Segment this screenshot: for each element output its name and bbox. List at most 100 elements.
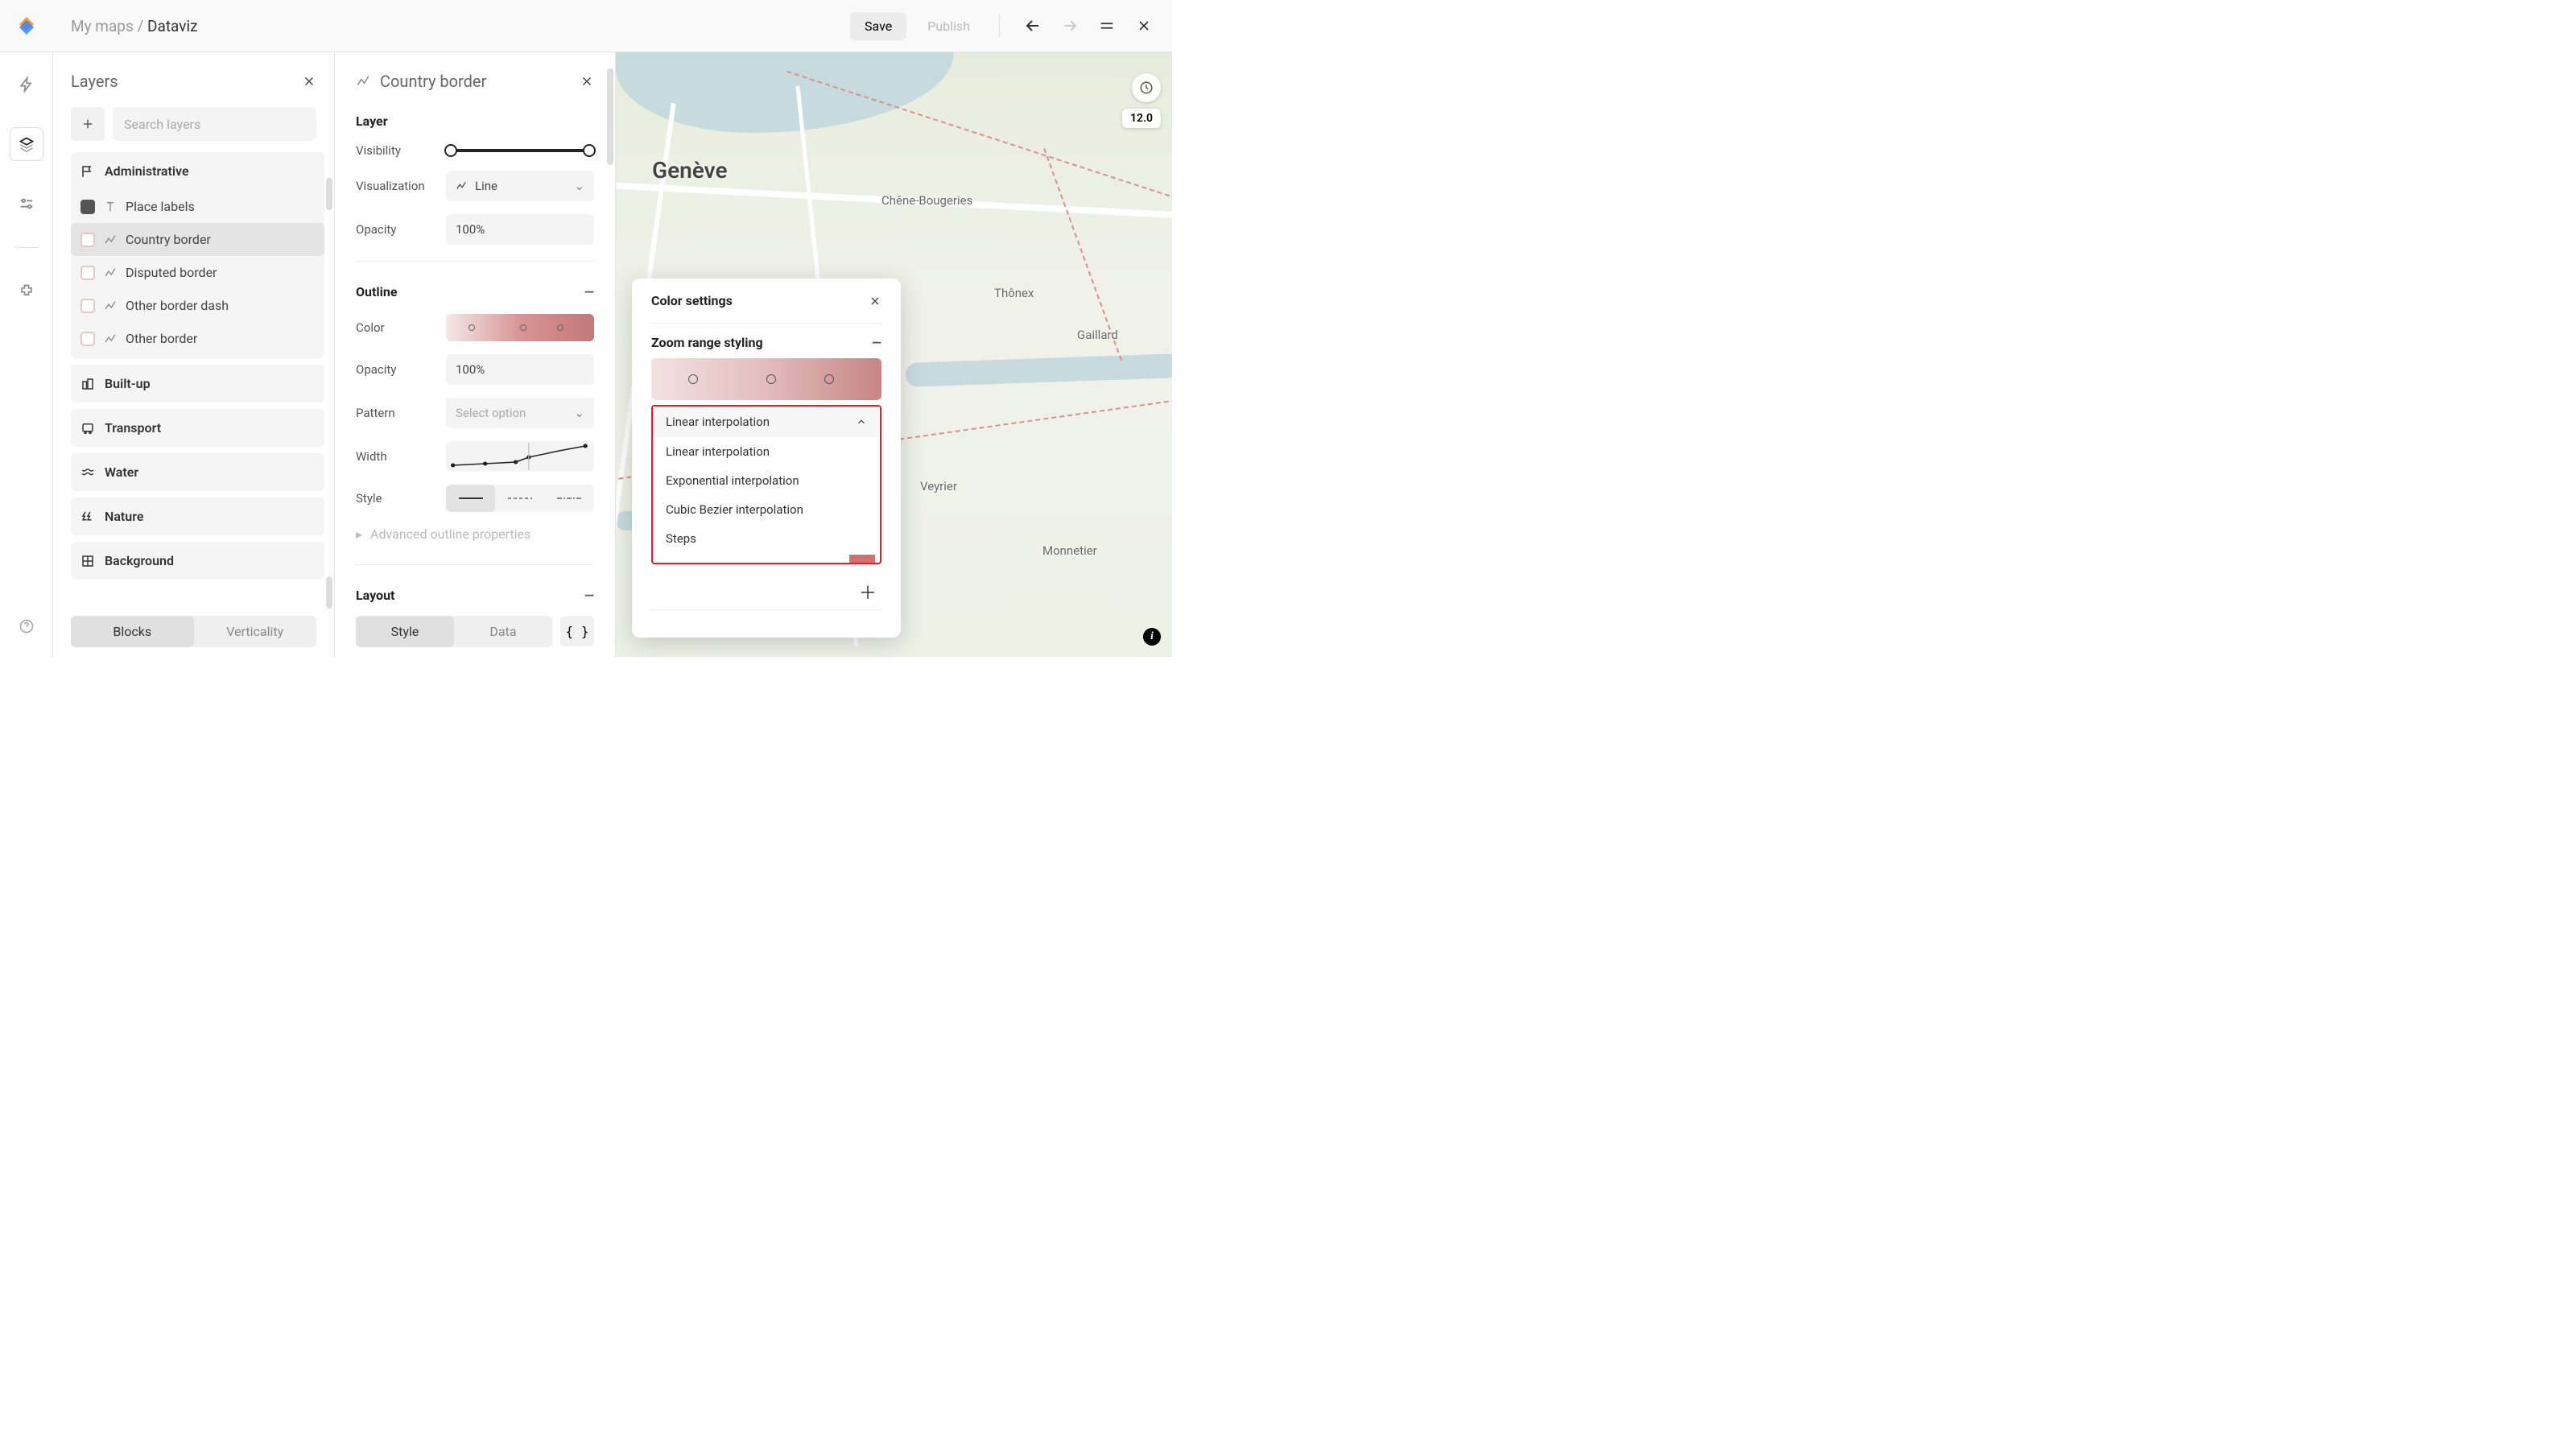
- publish-button[interactable]: Publish: [913, 12, 985, 40]
- advanced-outline-toggle[interactable]: ▸ Advanced outline properties: [356, 518, 594, 555]
- layer-checkbox[interactable]: [80, 266, 95, 280]
- zoom-gradient-bar[interactable]: [651, 358, 881, 400]
- color-gradient[interactable]: [446, 314, 594, 341]
- interpolation-option-cubic[interactable]: Cubic Bezier interpolation: [653, 495, 880, 524]
- forward-icon[interactable]: [1051, 7, 1088, 44]
- clock-icon[interactable]: [1132, 73, 1161, 102]
- style-dotted[interactable]: [545, 485, 594, 512]
- style-solid[interactable]: [446, 485, 495, 512]
- tab-verticality[interactable]: Verticality: [194, 616, 317, 647]
- line-icon: [103, 266, 118, 279]
- section-layer: Layer: [356, 101, 594, 137]
- zoom-range-section: Zoom range styling—: [651, 335, 881, 358]
- collapse-icon[interactable]: —: [872, 335, 881, 350]
- group-water[interactable]: Water: [71, 453, 324, 491]
- layer-checkbox[interactable]: [80, 200, 95, 214]
- group-nature[interactable]: Nature: [71, 497, 324, 535]
- save-button[interactable]: Save: [850, 12, 906, 40]
- gradient-stop[interactable]: [557, 324, 564, 331]
- divider: [651, 323, 881, 324]
- row-color: Color: [356, 308, 594, 348]
- map-label-thonex: Thônex: [994, 286, 1034, 300]
- gradient-stop[interactable]: [469, 324, 475, 331]
- line-icon: [103, 332, 118, 345]
- group-background[interactable]: Background: [71, 542, 324, 580]
- rail-plugin-icon[interactable]: [10, 275, 43, 308]
- visibility-slider[interactable]: [446, 149, 594, 152]
- outline-opacity-input[interactable]: 100%: [446, 354, 594, 385]
- layers-panel: Layers Administrative Place labels Count…: [53, 52, 335, 657]
- layer-item-place-labels[interactable]: Place labels: [71, 190, 324, 223]
- scrollbar[interactable]: [607, 68, 613, 165]
- layers-search-row: [53, 99, 334, 152]
- menu-icon[interactable]: [1088, 7, 1125, 44]
- group-label: Built-up: [105, 376, 151, 391]
- layer-item-other-border-dash[interactable]: Other border dash: [71, 289, 324, 322]
- style-dashed[interactable]: [495, 485, 544, 512]
- breadcrumb-current: Dataviz: [147, 17, 197, 35]
- interpolation-select[interactable]: Linear interpolation: [653, 407, 880, 437]
- close-app-icon[interactable]: [1125, 7, 1162, 44]
- flag-icon: [80, 164, 95, 179]
- interpolation-option-steps[interactable]: Steps: [653, 524, 880, 553]
- back-icon[interactable]: [1014, 7, 1051, 44]
- label-opacity: Opacity: [356, 362, 436, 377]
- layer-checkbox[interactable]: [80, 299, 95, 313]
- close-layers-icon[interactable]: [302, 74, 316, 89]
- info-icon[interactable]: i: [1143, 628, 1161, 646]
- rail-quick-icon[interactable]: [10, 68, 43, 101]
- layer-checkbox[interactable]: [80, 332, 95, 346]
- map-label-monnetier: Monnetier: [1042, 543, 1097, 558]
- add-layer-button[interactable]: [71, 107, 105, 141]
- gradient-stop[interactable]: [824, 374, 834, 384]
- layer-item-country-border[interactable]: Country border: [71, 223, 324, 256]
- pattern-select[interactable]: Select option⌄: [446, 398, 594, 428]
- color-swatch[interactable]: [849, 555, 875, 563]
- scrollbar[interactable]: [326, 576, 332, 609]
- tree-icon: [80, 510, 95, 524]
- opacity-input[interactable]: 100%: [446, 214, 594, 245]
- tab-style[interactable]: Style: [356, 616, 454, 647]
- section-layout: Layout—: [356, 575, 594, 608]
- visualization-select[interactable]: Line ⌄: [446, 171, 594, 201]
- gradient-stop[interactable]: [766, 374, 776, 384]
- add-stop-button[interactable]: ＋: [856, 579, 880, 603]
- json-button[interactable]: { }: [560, 616, 594, 646]
- group-administrative[interactable]: Administrative: [71, 152, 324, 190]
- property-panel: Country border Layer Visibility Visualiz…: [335, 52, 616, 657]
- rail-layers-icon[interactable]: [10, 128, 43, 160]
- breadcrumb[interactable]: My maps / Dataviz: [53, 17, 198, 35]
- collapse-icon[interactable]: —: [584, 588, 594, 603]
- interpolation-option-exponential[interactable]: Exponential interpolation: [653, 466, 880, 495]
- map-water: [616, 52, 954, 133]
- layer-item-other-border[interactable]: Other border: [71, 322, 324, 355]
- layers-title: Layers: [71, 72, 118, 91]
- close-prop-icon[interactable]: [580, 74, 594, 89]
- tab-data[interactable]: Data: [454, 616, 552, 647]
- tab-blocks[interactable]: Blocks: [71, 616, 194, 647]
- map-label-chene: Chêne-Bougeries: [881, 193, 972, 208]
- width-curve[interactable]: [446, 441, 594, 472]
- layer-label: Disputed border: [126, 265, 217, 280]
- row-outline-opacity: Opacity 100%: [356, 348, 594, 391]
- rail-settings-icon[interactable]: [10, 188, 43, 220]
- search-layers-input[interactable]: [113, 107, 316, 141]
- interpolation-option-linear[interactable]: Linear interpolation: [653, 437, 880, 466]
- layers-list[interactable]: Administrative Place labels Country bord…: [53, 152, 334, 608]
- gradient-stop[interactable]: [520, 324, 526, 331]
- app-logo[interactable]: [0, 0, 53, 52]
- scrollbar[interactable]: [326, 178, 332, 210]
- map-label-gaillard: Gaillard: [1077, 328, 1118, 342]
- layer-checkbox[interactable]: [80, 233, 95, 247]
- section-outline-label: Outline: [356, 284, 397, 299]
- group-built-up[interactable]: Built-up: [71, 365, 324, 402]
- collapse-icon[interactable]: —: [584, 284, 594, 299]
- gradient-stop[interactable]: [688, 374, 698, 384]
- group-transport[interactable]: Transport: [71, 409, 324, 447]
- prop-scroll[interactable]: Layer Visibility Visualization Line ⌄ Op…: [335, 101, 615, 608]
- zoom-level-badge[interactable]: 12.0: [1122, 109, 1161, 128]
- layer-item-disputed-border[interactable]: Disputed border: [71, 256, 324, 289]
- close-popup-icon[interactable]: [869, 295, 881, 308]
- rail-help-icon[interactable]: [10, 610, 43, 642]
- caret-right-icon: ▸: [356, 526, 362, 542]
